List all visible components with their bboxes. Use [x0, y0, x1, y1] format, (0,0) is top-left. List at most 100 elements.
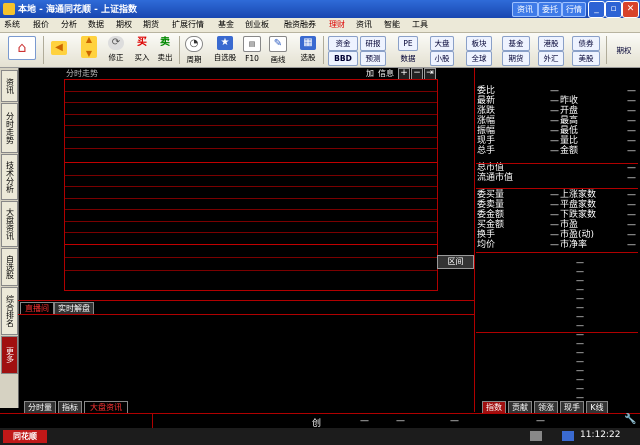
detail-value: —: [576, 267, 584, 276]
menu-options[interactable]: 期权: [116, 19, 132, 30]
menu-extended[interactable]: 扩展行情: [172, 19, 204, 30]
add-button[interactable]: 加: [366, 68, 374, 79]
period-button[interactable]: ◔ 周期: [182, 35, 206, 65]
pe-button[interactable]: PE: [398, 36, 418, 51]
detail-panel: — — — — — — — — — — — — — — — —: [476, 254, 638, 402]
quote-cell-a: 均价: [477, 240, 496, 250]
quote-cell-d: —: [550, 86, 559, 96]
menu-tools[interactable]: 工具: [412, 19, 428, 30]
research-button[interactable]: 研报: [360, 36, 386, 51]
sell-button[interactable]: 卖 卖出: [154, 35, 176, 65]
quote-cell-d: —: [550, 220, 559, 230]
toolbar: ⌂ ◀ ▲ ▼ ⟳ 修正 买 买入 卖 卖出 ◔ 周期 ★ 自选股 ▤ F10 ✎…: [0, 33, 640, 68]
small-cap-button[interactable]: 小股: [430, 51, 454, 66]
menu-bar: 系统 报价 分析 数据 期权 期货 扩展行情 基金 创业板 融资融券 理财 资讯…: [0, 18, 640, 33]
chart-header: 分时走势 加 信息 + − ⇥: [64, 68, 438, 80]
draw-button[interactable]: ✎ 画线: [266, 35, 290, 65]
news-button[interactable]: 资讯: [512, 2, 538, 17]
fund-button[interactable]: 基金: [502, 36, 530, 51]
quote-row: 委金额 — 下跌家数 —: [476, 210, 638, 220]
quote-cell-b: 最低: [560, 126, 579, 136]
quote-cell-e: —: [627, 210, 636, 220]
restore-icon[interactable]: ▫: [605, 1, 622, 18]
menu-futures[interactable]: 期货: [143, 19, 159, 30]
tab-intraday[interactable]: 分时走势: [1, 103, 18, 153]
detail-value: —: [576, 258, 584, 267]
quote-cell-b: 量比: [560, 136, 579, 146]
quote-row: 均价 — 市净率 —: [476, 240, 638, 250]
futures-button[interactable]: 期货: [502, 51, 530, 66]
quote-cell-d: —: [550, 106, 559, 116]
home-button[interactable]: ⌂: [4, 35, 40, 65]
status-value-1: —: [360, 416, 369, 426]
global-button[interactable]: 全球: [466, 51, 492, 66]
intraday-chart[interactable]: [64, 79, 438, 291]
tab-watchlist[interactable]: 自选股: [1, 248, 18, 286]
range-button[interactable]: 区间: [437, 255, 474, 269]
quote-cell-d: —: [550, 116, 559, 126]
tab-market-news[interactable]: 大盘资讯: [1, 201, 18, 247]
quote-cell-a: 振幅: [477, 126, 496, 136]
quote-cell-e: —: [627, 163, 636, 173]
f10-button[interactable]: ▤ F10: [242, 35, 262, 65]
watchlist-button[interactable]: ★ 自选股: [210, 35, 240, 65]
order-button[interactable]: 委托: [538, 2, 562, 17]
sector-button[interactable]: 板块: [466, 36, 492, 51]
wrench-icon[interactable]: 🔧: [624, 414, 636, 425]
data-button[interactable]: 数据: [394, 51, 422, 66]
updown-button[interactable]: ▲ ▼: [78, 35, 100, 65]
forex-button[interactable]: 外汇: [538, 51, 564, 66]
detail-value: —: [576, 276, 584, 285]
quote-cell-b: 市盈(动): [560, 230, 595, 240]
network-icon[interactable]: [562, 431, 574, 441]
menu-analysis[interactable]: 分析: [61, 19, 77, 30]
tab-ranking[interactable]: 综合排名: [1, 287, 18, 335]
hk-button[interactable]: 港股: [538, 36, 564, 51]
quote-row: 涨幅 — 最高 —: [476, 116, 638, 126]
detail-value: —: [576, 375, 584, 384]
quote-button[interactable]: 行情: [562, 2, 586, 17]
star-icon: ★: [217, 36, 233, 50]
menu-system[interactable]: 系统: [4, 19, 20, 30]
close-icon[interactable]: ✕: [622, 1, 639, 18]
tab-technical[interactable]: 技术分析: [1, 154, 18, 200]
market-button[interactable]: 大盘: [430, 36, 454, 51]
menu-data[interactable]: 数据: [88, 19, 104, 30]
clock-icon: ◔: [185, 36, 203, 52]
us-stock-button[interactable]: 美股: [572, 51, 600, 66]
back-icon: ◀: [51, 41, 67, 55]
tab-news[interactable]: 资讯: [1, 70, 18, 102]
minimize-icon[interactable]: _: [588, 1, 605, 18]
capital-button[interactable]: 资金: [328, 36, 358, 51]
status-value-4: —: [536, 416, 545, 426]
menu-finance[interactable]: 理财: [329, 19, 345, 30]
detail-value: —: [576, 366, 584, 375]
forecast-button[interactable]: 预测: [360, 51, 386, 66]
tab-more[interactable]: 更多: [1, 336, 18, 374]
quote-cell-a: 委卖量: [477, 200, 505, 210]
menu-gem[interactable]: 创业板: [245, 19, 269, 30]
quote-row: 换手 — 市盈(动) —: [476, 230, 638, 240]
tray-icon[interactable]: [530, 431, 542, 441]
quote-cell-a: 总手: [477, 146, 496, 156]
back-button[interactable]: ◀: [48, 35, 70, 65]
buy-button[interactable]: 买 买入: [131, 35, 153, 65]
menu-smart[interactable]: 智能: [384, 19, 400, 30]
select-stock-button[interactable]: ▦ 选股: [296, 35, 320, 65]
bond-button[interactable]: 债券: [572, 36, 600, 51]
options-button[interactable]: 期权: [610, 43, 638, 58]
info-button[interactable]: 信息: [378, 68, 394, 79]
select-icon: ▦: [300, 36, 316, 50]
menu-fund[interactable]: 基金: [218, 19, 234, 30]
app-logo[interactable]: 同花顺: [3, 430, 47, 443]
buy-icon: 买: [137, 37, 147, 48]
menu-quote[interactable]: 报价: [33, 19, 49, 30]
quote-cell-e: —: [627, 173, 636, 183]
menu-news[interactable]: 资讯: [356, 19, 372, 30]
quote-cell-d: —: [550, 200, 559, 210]
bbd-button[interactable]: BBD: [328, 51, 358, 66]
fix-button[interactable]: ⟳ 修正: [104, 35, 128, 65]
menu-margin[interactable]: 融资融券: [284, 19, 316, 30]
quote-cell-b: 昨收: [560, 96, 579, 106]
quote-row: 现手 — 量比 —: [476, 136, 638, 146]
